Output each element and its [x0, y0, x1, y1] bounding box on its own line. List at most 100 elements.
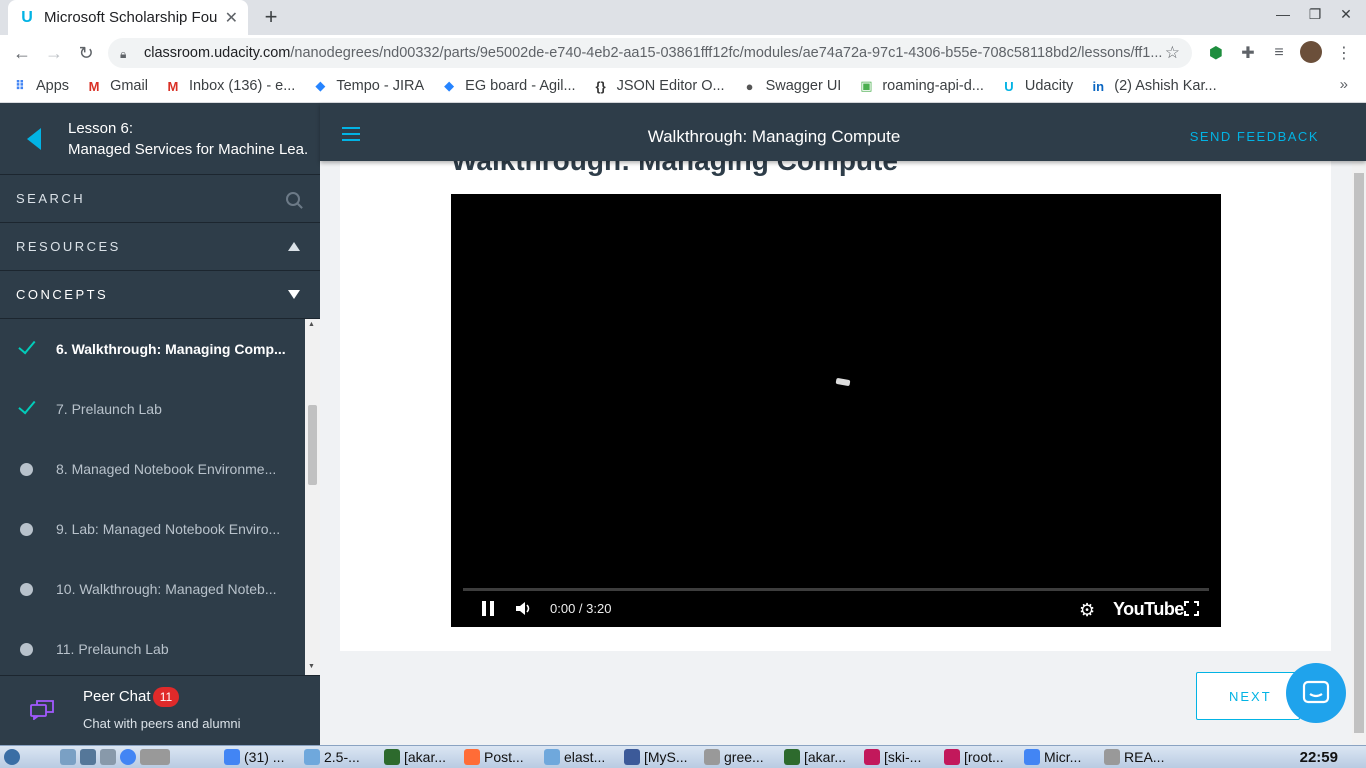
app-icon [624, 749, 640, 765]
concept-item[interactable]: 6. Walkthrough: Managing Comp... [0, 319, 305, 379]
bookmark-item[interactable]: ⠿ Apps [12, 78, 69, 94]
media-queue-icon[interactable]: ≡ [1268, 42, 1290, 64]
concept-label: 10. Walkthrough: Managed Noteb... [56, 581, 277, 597]
taskbar-window-button[interactable]: elast... [540, 749, 620, 765]
extensions-puzzle-icon[interactable]: ✚ [1237, 42, 1259, 64]
concept-label: 7. Prelaunch Lab [56, 401, 162, 417]
settings-app-icon[interactable] [80, 749, 96, 765]
page-scrollbar[interactable] [1352, 161, 1366, 745]
os-taskbar: (31) ... 2.5-... [akar... Post... elast... [M… [0, 745, 1366, 768]
next-button[interactable]: NEXT [1196, 672, 1300, 720]
api-icon: ▣ [860, 78, 873, 93]
sidebar-scroll-thumb[interactable] [308, 405, 317, 485]
quick-launch [56, 749, 220, 765]
support-chat-button[interactable] [1286, 663, 1346, 723]
back-arrow-icon[interactable] [0, 127, 68, 150]
youtube-video-player[interactable]: 0:00 / 3:20 ⚙ YouTube [451, 194, 1221, 627]
sidebar-scrollbar[interactable]: ▲ ▼ [305, 319, 320, 675]
app-icon [464, 749, 480, 765]
back-button[interactable]: ← [10, 41, 34, 65]
taskbar-window-button[interactable]: [root... [940, 749, 1020, 765]
profile-avatar[interactable] [1300, 41, 1322, 63]
concept-item[interactable]: 11. Prelaunch Lab [0, 619, 305, 675]
taskbar-window-button[interactable]: [ski-... [860, 749, 940, 765]
concept-item[interactable]: 8. Managed Notebook Environme... [0, 439, 305, 499]
send-feedback-button[interactable]: SEND FEEDBACK [1190, 129, 1319, 144]
volume-icon[interactable] [516, 601, 532, 616]
window-icon[interactable] [100, 749, 116, 765]
taskbar-window-label: (31) ... [244, 749, 285, 765]
reload-button[interactable]: ↻ [74, 41, 98, 65]
taskbar-window-button[interactable]: [MyS... [620, 749, 700, 765]
linkedin-icon: in [1092, 78, 1105, 94]
bookmark-item[interactable]: ◆ Tempo - JIRA [312, 78, 424, 94]
scroll-down-icon[interactable]: ▼ [308, 663, 315, 670]
bookmark-item[interactable]: M Gmail [86, 78, 148, 94]
bookmark-item[interactable]: M Inbox (136) - e... [165, 78, 296, 94]
taskbar-clock: 22:59 [1299, 749, 1338, 766]
page-scroll-thumb[interactable] [1354, 173, 1364, 733]
search-icon [286, 191, 300, 206]
concept-list: 6. Walkthrough: Managing Comp... 7. Prela… [0, 319, 305, 675]
browser-tab-active[interactable]: U Microsoft Scholarship Fou ✕ [8, 0, 248, 35]
bookmark-label: Tempo - JIRA [336, 78, 425, 94]
bookmark-label: JSON Editor O... [616, 78, 725, 94]
concept-label: 8. Managed Notebook Environme... [56, 461, 277, 477]
browser-toolbar: ← → ↻ 🔒︎ classroom.udacity.com/nanodegre… [0, 35, 1366, 70]
extension-icon[interactable]: ⬢ [1205, 42, 1227, 64]
bookmarks-bar: ⠿ Apps M Gmail M Inbox (136) - e... ◆ Tempo - J… [0, 70, 1366, 103]
bookmark-item[interactable]: {} JSON Editor O... [593, 78, 725, 94]
lesson-number: Lesson 6: [68, 119, 134, 137]
bookmark-label: Gmail [110, 78, 148, 94]
pause-button[interactable] [482, 601, 494, 616]
taskbar-window-button[interactable]: REA... [1100, 749, 1180, 765]
youtube-logo[interactable]: YouTube [1113, 599, 1184, 620]
sidebar-concepts-toggle[interactable]: CONCEPTS [0, 271, 320, 319]
jira-icon: ◆ [315, 78, 326, 93]
peer-chat-panel[interactable]: Peer Chat 11 Chat with peers and alumni [0, 675, 320, 745]
fullscreen-icon[interactable] [1184, 601, 1199, 616]
chrome-menu-icon[interactable]: ⋮ [1333, 42, 1355, 64]
file-manager-icon[interactable] [60, 749, 76, 765]
desktop-icon[interactable] [140, 749, 170, 765]
forward-button[interactable]: → [42, 41, 66, 65]
tab-close-icon[interactable]: ✕ [225, 8, 238, 28]
bookmark-item[interactable]: U Udacity [1001, 78, 1073, 94]
bookmark-item[interactable]: ● Swagger UI [742, 78, 842, 94]
bookmark-label: Apps [36, 78, 70, 94]
concept-item[interactable]: 9. Lab: Managed Notebook Enviro... [0, 499, 305, 559]
bookmark-item[interactable]: in (2) Ashish Kar... [1090, 78, 1216, 94]
taskbar-window-button[interactable]: (31) ... [220, 749, 300, 765]
concept-item[interactable]: 7. Prelaunch Lab [0, 379, 305, 439]
taskbar-window-button[interactable]: [akar... [380, 749, 460, 765]
concept-label: 9. Lab: Managed Notebook Enviro... [56, 521, 281, 537]
taskbar-window-button[interactable]: Micr... [1020, 749, 1100, 765]
bookmark-item[interactable]: ◆ EG board - Agil... [441, 78, 575, 94]
taskbar-windows: (31) ... 2.5-... [akar... Post... elast... [M… [220, 749, 1180, 765]
taskbar-window-button[interactable]: 2.5-... [300, 749, 380, 765]
concept-label: 6. Walkthrough: Managing Comp... [56, 341, 286, 357]
settings-gear-icon[interactable]: ⚙ [1079, 600, 1095, 621]
close-window-button[interactable]: ✕ [1336, 6, 1356, 23]
taskbar-window-label: gree... [724, 749, 764, 765]
restore-window-button[interactable]: ❐ [1305, 6, 1325, 23]
bookmarks-overflow-icon[interactable]: » [1340, 76, 1348, 93]
sidebar-resources-toggle[interactable]: RESOURCES [0, 223, 320, 271]
taskbar-window-button[interactable]: [akar... [780, 749, 860, 765]
taskbar-window-button[interactable]: Post... [460, 749, 540, 765]
new-tab-button[interactable]: + [258, 4, 284, 30]
concept-item[interactable]: 10. Walkthrough: Managed Noteb... [0, 559, 305, 619]
start-button[interactable] [0, 749, 56, 765]
taskbar-window-button[interactable]: gree... [700, 749, 780, 765]
app-icon [704, 749, 720, 765]
sidebar-search[interactable]: SEARCH [0, 175, 320, 223]
video-timecode: 0:00 / 3:20 [550, 601, 612, 616]
video-progress-bar[interactable] [463, 588, 1209, 591]
bookmark-star-icon[interactable]: ☆ [1165, 43, 1180, 63]
chrome-icon[interactable] [120, 749, 136, 765]
minimize-window-button[interactable]: — [1273, 6, 1293, 22]
address-bar[interactable]: 🔒︎ classroom.udacity.com/nanodegrees/nd0… [108, 38, 1192, 68]
bookmark-item[interactable]: ▣ roaming-api-d... [858, 78, 984, 94]
scroll-up-icon[interactable]: ▲ [308, 321, 315, 328]
loading-spinner-icon [835, 377, 851, 387]
